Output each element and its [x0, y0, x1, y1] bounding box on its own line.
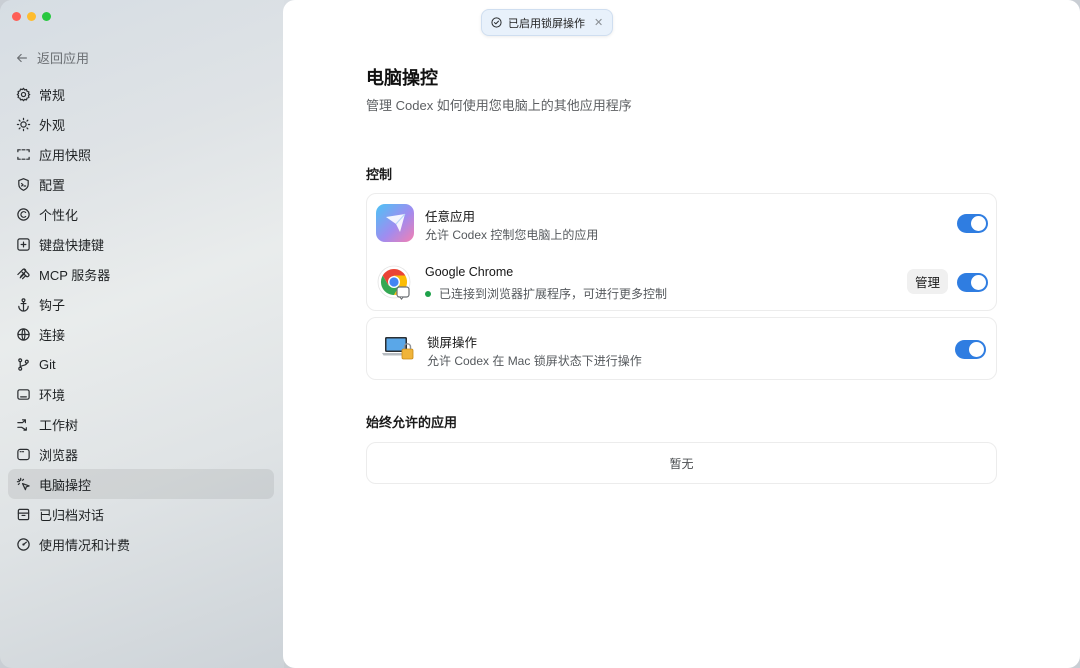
toast-notification: 已启用锁屏操作 ✕ [481, 9, 614, 36]
check-circle-icon [491, 17, 502, 28]
settings-nav: 常规 外观 应用快照 配置 个性化 键盘快捷键 MCP 服务器 钩子 连接 Gi… [8, 79, 274, 559]
sidebar-item-label: 电脑操控 [39, 477, 92, 493]
anchor-icon [18, 297, 29, 312]
sidebar-item-label: 配置 [39, 177, 66, 193]
control-row-chrome: Google Chrome 已连接到浏览器扩展程序，可进行更多控制 管理 [367, 253, 996, 312]
sidebar-item-label: 已归档对话 [39, 507, 105, 523]
row-title: 任意应用 [425, 210, 476, 224]
minimize-window-button[interactable] [27, 12, 36, 21]
row-desc: 允许 Codex 控制您电脑上的应用 [425, 226, 598, 243]
sun-icon [16, 117, 31, 131]
sidebar-item-computer-control[interactable]: 电脑操控 [8, 469, 274, 499]
row-title: Google Chrome [425, 265, 514, 279]
sidebar-item-label: 个性化 [39, 207, 79, 223]
sidebar-item-archived-chats[interactable]: 已归档对话 [8, 499, 274, 529]
empty-state-text: 暂无 [669, 456, 694, 471]
back-to-app-button[interactable]: 返回应用 [15, 48, 89, 67]
sidebar-item-label: 使用情况和计费 [39, 537, 131, 553]
connected-status-dot [425, 290, 431, 297]
row-desc: 允许 Codex 在 Mac 锁屏状态下进行操作 [427, 352, 642, 369]
sidebar-item-label: 外观 [39, 117, 66, 133]
app-window: 返回应用 常规 外观 应用快照 配置 个性化 键盘快捷键 MCP 服务器 钩子 … [0, 0, 1080, 668]
sidebar-item-label: 常规 [39, 87, 66, 103]
sidebar-item-environment[interactable]: 环境 [8, 379, 274, 409]
sidebar-item-worktree[interactable]: 工作树 [8, 409, 274, 439]
sidebar-item-mcp-servers[interactable]: MCP 服务器 [8, 259, 274, 289]
monitor-icon [17, 388, 30, 400]
sidebar-item-label: 钩子 [39, 297, 66, 313]
sidebar-item-keyboard-shortcuts[interactable]: 键盘快捷键 [8, 229, 274, 259]
window-controls [12, 12, 51, 21]
lock-screen-card: 锁屏操作 允许 Codex 在 Mac 锁屏状态下进行操作 [366, 317, 997, 380]
chrome-icon [377, 265, 411, 300]
sidebar-item-label: 应用快照 [39, 147, 92, 163]
sidebar-item-hooks[interactable]: 钩子 [8, 289, 274, 319]
sidebar-item-usage-billing[interactable]: 使用情况和计费 [8, 529, 274, 559]
row-title: 锁屏操作 [427, 336, 478, 350]
sidebar-item-label: 浏览器 [39, 447, 79, 463]
close-window-button[interactable] [12, 12, 21, 21]
back-label: 返回应用 [37, 51, 90, 66]
section-label-always-allowed: 始终允许的应用 [366, 415, 458, 430]
sidebar-item-config[interactable]: 配置 [8, 169, 274, 199]
sidebar-item-connections[interactable]: 连接 [8, 319, 274, 349]
smile-icon [17, 207, 30, 221]
mcp-icon [17, 267, 30, 279]
cursor-click-icon [16, 477, 30, 490]
row-desc-text: 允许 Codex 在 Mac 锁屏状态下进行操作 [427, 354, 642, 368]
keyboard-icon [17, 237, 30, 251]
control-row-any-app: 任意应用 允许 Codex 控制您电脑上的应用 [367, 194, 996, 253]
any-app-toggle[interactable] [957, 214, 988, 233]
row-desc-text: 允许 Codex 控制您电脑上的应用 [425, 228, 599, 242]
sidebar-item-label: 环境 [39, 387, 66, 403]
toast-close-icon[interactable]: ✕ [594, 16, 603, 29]
sidebar-item-label: MCP 服务器 [39, 267, 111, 283]
always-allowed-card: 暂无 [366, 442, 997, 484]
sidebar-item-label: 键盘快捷键 [39, 237, 105, 253]
browser-icon [17, 448, 30, 460]
sidebar-item-label: 工作树 [39, 417, 79, 433]
sidebar-item-label: Git [39, 356, 56, 372]
screenshot-icon [17, 148, 30, 160]
row-desc: 已连接到浏览器扩展程序，可进行更多控制 [425, 285, 667, 302]
section-label-control: 控制 [366, 167, 393, 182]
laptop-lock-icon [382, 337, 414, 360]
sidebar-item-label: 连接 [39, 327, 66, 343]
control-card: 任意应用 允许 Codex 控制您电脑上的应用 Google Chrome 已连… [366, 193, 997, 311]
sidebar-item-app-snapshot[interactable]: 应用快照 [8, 139, 274, 169]
page-title: 电脑操控 [366, 68, 438, 88]
worktree-icon [17, 418, 27, 431]
sidebar-item-appearance[interactable]: 外观 [8, 109, 274, 139]
archive-icon [17, 508, 30, 520]
chrome-toggle[interactable] [957, 273, 988, 292]
paper-plane-app-icon [376, 204, 414, 242]
sidebar-item-personalization[interactable]: 个性化 [8, 199, 274, 229]
zoom-window-button[interactable] [42, 12, 51, 21]
page-subtitle: 管理 Codex 如何使用您电脑上的其他应用程序 [366, 98, 632, 113]
globe-icon [17, 327, 30, 341]
git-branch-icon [18, 357, 29, 371]
manage-chrome-button[interactable]: 管理 [907, 269, 949, 294]
control-row-lock-screen: 锁屏操作 允许 Codex 在 Mac 锁屏状态下进行操作 [367, 318, 996, 381]
lock-screen-toggle[interactable] [955, 340, 986, 359]
sidebar: 返回应用 常规 外观 应用快照 配置 个性化 键盘快捷键 MCP 服务器 钩子 … [0, 0, 284, 668]
row-desc-text: 已连接到浏览器扩展程序，可进行更多控制 [439, 287, 668, 301]
sidebar-item-browser[interactable]: 浏览器 [8, 439, 274, 469]
sidebar-item-git[interactable]: Git [8, 349, 274, 379]
gear-icon [16, 86, 31, 101]
shield-icon [18, 177, 29, 191]
gauge-icon [17, 537, 30, 551]
arrow-left-icon [17, 53, 27, 62]
sidebar-item-general[interactable]: 常规 [8, 79, 274, 109]
toast-text: 已启用锁屏操作 [508, 17, 585, 30]
